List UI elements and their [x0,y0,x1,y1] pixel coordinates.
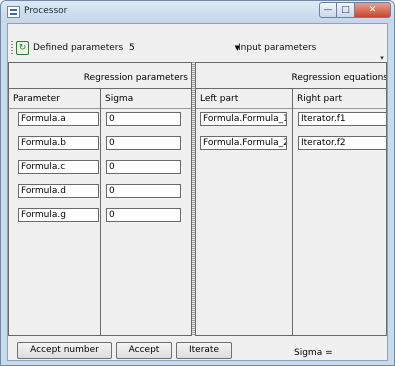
right-part-field[interactable]: Iterator.f2 [298,136,386,150]
left-part-field[interactable]: Formula.Formula_1 [200,112,287,126]
column-divider [196,108,292,109]
right-part-column: Right part Iterator.f1 Iterator.f2 [293,89,386,335]
defined-parameters-combo[interactable]: 5 ▼ [126,41,242,55]
sigma-field[interactable]: 0 [106,112,181,126]
left-part-column: Left part Formula.Formula_1 Formula.Form… [196,89,293,335]
iterate-button[interactable]: Iterate [176,342,232,359]
bottom-bar: Accept number Accept Iterate Sigma = [8,340,387,360]
defined-parameters-value: 5 [129,43,135,53]
parameter-column-header: Parameter [13,94,60,104]
parameter-field[interactable]: Formula.c [18,160,99,174]
regression-parameters-header: Regression parameters [9,63,191,89]
minimize-button[interactable]: — [319,2,337,18]
sigma-field[interactable]: 0 [106,208,181,222]
parameter-column: Parameter Formula.a Formula.b Formula.c … [9,89,101,335]
regression-parameters-panel: Regression parameters Parameter Formula.… [8,62,192,336]
refresh-icon[interactable]: ↻ [16,41,29,55]
column-divider [293,108,386,109]
accept-number-button[interactable]: Accept number [17,342,112,359]
regression-equations-header: Regression equations [196,63,386,89]
parameter-field[interactable]: Formula.a [18,112,99,126]
regression-parameters-title: Regression parameters [83,73,188,83]
right-part-column-header: Right part [297,94,343,104]
regression-equations-title: Regression equations [291,73,387,83]
title-bar[interactable]: Processor — □ ✕ [1,1,394,23]
right-part-field[interactable]: Iterator.f1 [298,112,386,126]
column-divider [101,108,191,109]
sigma-field[interactable]: 0 [106,184,181,198]
left-part-field[interactable]: Formula.Formula_2 [200,136,287,150]
left-part-column-header: Left part [200,94,239,104]
input-parameters-button[interactable]: Input parameters [238,43,316,53]
toolbar-overflow-icon[interactable]: ▾ [378,54,386,62]
close-button[interactable]: ✕ [355,2,391,18]
regression-equations-panel: Regression equations Left part Formula.F… [195,62,387,336]
defined-parameters-label: Defined parameters [33,43,124,53]
parameter-field[interactable]: Formula.b [18,136,99,150]
column-divider [9,108,100,109]
window-title: Processor [24,6,68,16]
sigma-result-label: Sigma = [294,348,333,358]
client-area: ↻ Defined parameters 5 ▼ Input parameter… [7,23,388,361]
accept-button[interactable]: Accept [116,342,172,359]
toolbar: ↻ Defined parameters 5 ▼ Input parameter… [8,38,387,62]
parameter-field[interactable]: Formula.d [18,184,99,198]
sigma-column: Sigma 0 0 0 0 0 [101,89,191,335]
toolbar-grip[interactable] [11,41,13,55]
sigma-field[interactable]: 0 [106,160,181,174]
app-icon [7,6,20,18]
parameter-field[interactable]: Formula.g [18,208,99,222]
processor-window: Processor — □ ✕ ↻ Defined parameters 5 ▼… [0,0,395,366]
sigma-field[interactable]: 0 [106,136,181,150]
maximize-button[interactable]: □ [337,2,355,18]
sigma-column-header: Sigma [105,94,134,104]
